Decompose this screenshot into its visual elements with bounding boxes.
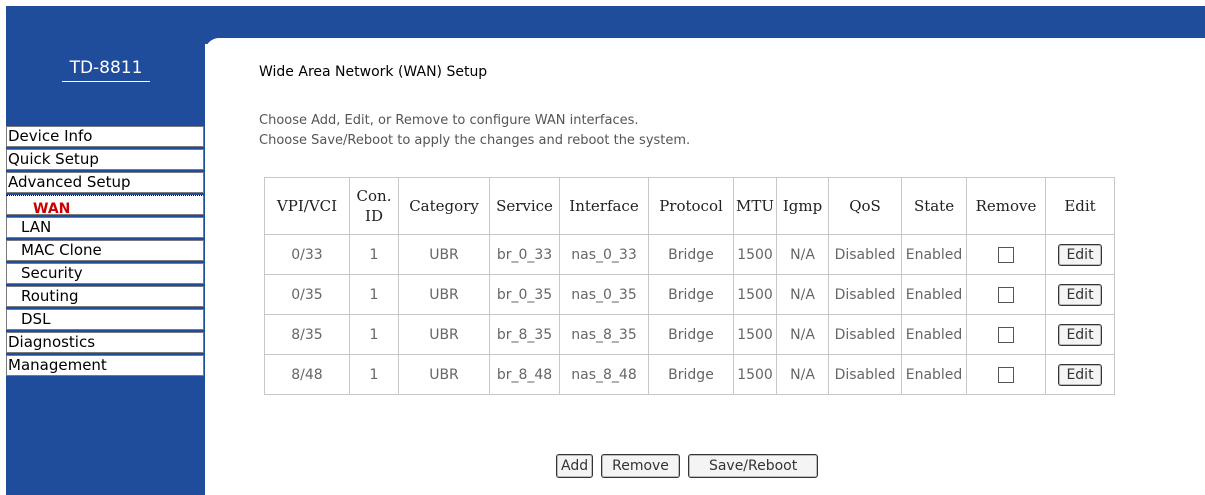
remove-cell (966, 234, 1047, 275)
table-cell: br_8_48 (489, 354, 560, 395)
table-cell: UBR (398, 314, 490, 355)
column-header: Con. ID (349, 177, 399, 235)
remove-checkbox[interactable] (998, 326, 1015, 343)
sidebar-item-routing[interactable]: Routing (6, 286, 204, 307)
table-cell: Enabled (901, 234, 968, 275)
table-cell: 1500 (732, 314, 778, 355)
table-cell: Bridge (648, 354, 734, 395)
save-reboot-button[interactable]: Save/Reboot (687, 454, 819, 478)
table-cell: 1 (349, 314, 399, 355)
sidebar-item-lan[interactable]: LAN (6, 217, 204, 238)
edit-button[interactable]: Edit (1058, 363, 1102, 386)
remove-cell (966, 314, 1047, 355)
table-cell: br_0_33 (489, 234, 560, 275)
table-cell: 0/35 (264, 274, 350, 315)
table-cell: 1 (349, 274, 399, 315)
remove-checkbox[interactable] (998, 366, 1015, 383)
table-cell: nas_8_48 (559, 354, 649, 395)
table-cell: 1 (349, 354, 399, 395)
sidebar-item-diagnostics[interactable]: Diagnostics (6, 332, 204, 353)
table-cell: 1500 (732, 274, 778, 315)
table-cell: Disabled (828, 274, 903, 315)
edit-cell: Edit (1045, 274, 1116, 315)
sidebar-menu: Device Info Quick Setup Advanced Setup W… (6, 126, 205, 378)
edit-button[interactable]: Edit (1058, 243, 1102, 266)
product-logo: TD-8811 (62, 58, 150, 82)
description-line-1: Choose Add, Edit, or Remove to configure… (259, 113, 639, 128)
table-cell: br_0_35 (489, 274, 560, 315)
column-header: Interface (559, 177, 649, 235)
column-header: Category (398, 177, 490, 235)
action-buttons: Add Remove Save/Reboot (556, 454, 826, 478)
table-row: 0/35 1 UBR br_0_35 nas_0_35 Bridge 1500 N/A Disa… (264, 274, 1116, 315)
table-cell: N/A (776, 274, 830, 315)
wan-interfaces-table: VPI/VCI Con. ID Category Service Interfa… (264, 177, 1116, 395)
table-cell: 1 (349, 234, 399, 275)
edit-button[interactable]: Edit (1058, 323, 1102, 346)
remove-checkbox[interactable] (998, 246, 1015, 263)
table-cell: UBR (398, 234, 490, 275)
column-header: Protocol (648, 177, 734, 235)
sidebar-item-dsl[interactable]: DSL (6, 309, 204, 330)
edit-cell: Edit (1045, 234, 1116, 275)
table-cell: nas_8_35 (559, 314, 649, 355)
table-cell: br_8_35 (489, 314, 560, 355)
remove-cell (966, 354, 1047, 395)
table-cell: Disabled (828, 354, 903, 395)
page-description: Choose Add, Edit, or Remove to configure… (259, 111, 690, 151)
table-cell: Disabled (828, 234, 903, 275)
add-button[interactable]: Add (556, 454, 594, 478)
remove-button[interactable]: Remove (601, 454, 680, 478)
edit-cell: Edit (1045, 354, 1116, 395)
table-cell: 8/48 (264, 354, 350, 395)
sidebar-item-device-info[interactable]: Device Info (6, 126, 204, 147)
edit-cell: Edit (1045, 314, 1116, 355)
table-cell: N/A (776, 234, 830, 275)
table-header-row: VPI/VCI Con. ID Category Service Interfa… (264, 177, 1116, 235)
remove-cell (966, 274, 1047, 315)
table-row: 8/48 1 UBR br_8_48 nas_8_48 Bridge 1500 N/A Disa… (264, 354, 1116, 395)
table-cell: Enabled (901, 314, 968, 355)
column-header: State (901, 177, 968, 235)
column-header: Remove (966, 177, 1047, 235)
table-cell: 0/33 (264, 234, 350, 275)
table-cell: 1500 (732, 234, 778, 275)
sidebar-item-management[interactable]: Management (6, 355, 204, 376)
table-row: 8/35 1 UBR br_8_35 nas_8_35 Bridge 1500 N/A Disa… (264, 314, 1116, 355)
table-cell: 1500 (732, 354, 778, 395)
table-cell: Bridge (648, 234, 734, 275)
remove-checkbox[interactable] (998, 286, 1015, 303)
description-line-2: Choose Save/Reboot to apply the changes … (259, 133, 691, 148)
table-cell: Bridge (648, 314, 734, 355)
sidebar-item-quick-setup[interactable]: Quick Setup (6, 149, 204, 170)
table-cell: UBR (398, 274, 490, 315)
table-cell: N/A (776, 354, 830, 395)
sidebar-item-mac-clone[interactable]: MAC Clone (6, 240, 204, 261)
table-cell: 8/35 (264, 314, 350, 355)
table-cell: nas_0_33 (559, 234, 649, 275)
table-cell: UBR (398, 354, 490, 395)
page-title: Wide Area Network (WAN) Setup (259, 64, 488, 80)
column-header: QoS (828, 177, 903, 235)
column-header: Edit (1045, 177, 1116, 235)
column-header: Service (489, 177, 560, 235)
sidebar-item-advanced-setup[interactable]: Advanced Setup (6, 172, 204, 193)
edit-button[interactable]: Edit (1058, 283, 1102, 306)
column-header: Igmp (776, 177, 830, 235)
table-cell: Enabled (901, 354, 968, 395)
table-cell: nas_0_35 (559, 274, 649, 315)
table-cell: N/A (776, 314, 830, 355)
table-cell: Bridge (648, 274, 734, 315)
table-cell: Enabled (901, 274, 968, 315)
sidebar-item-wan[interactable]: WAN (6, 195, 204, 215)
sidebar-item-security[interactable]: Security (6, 263, 204, 284)
column-header: VPI/VCI (264, 177, 350, 235)
column-header: MTU (732, 177, 778, 235)
table-cell: Disabled (828, 314, 903, 355)
table-row: 0/33 1 UBR br_0_33 nas_0_33 Bridge 1500 N/A Disa… (264, 234, 1116, 275)
